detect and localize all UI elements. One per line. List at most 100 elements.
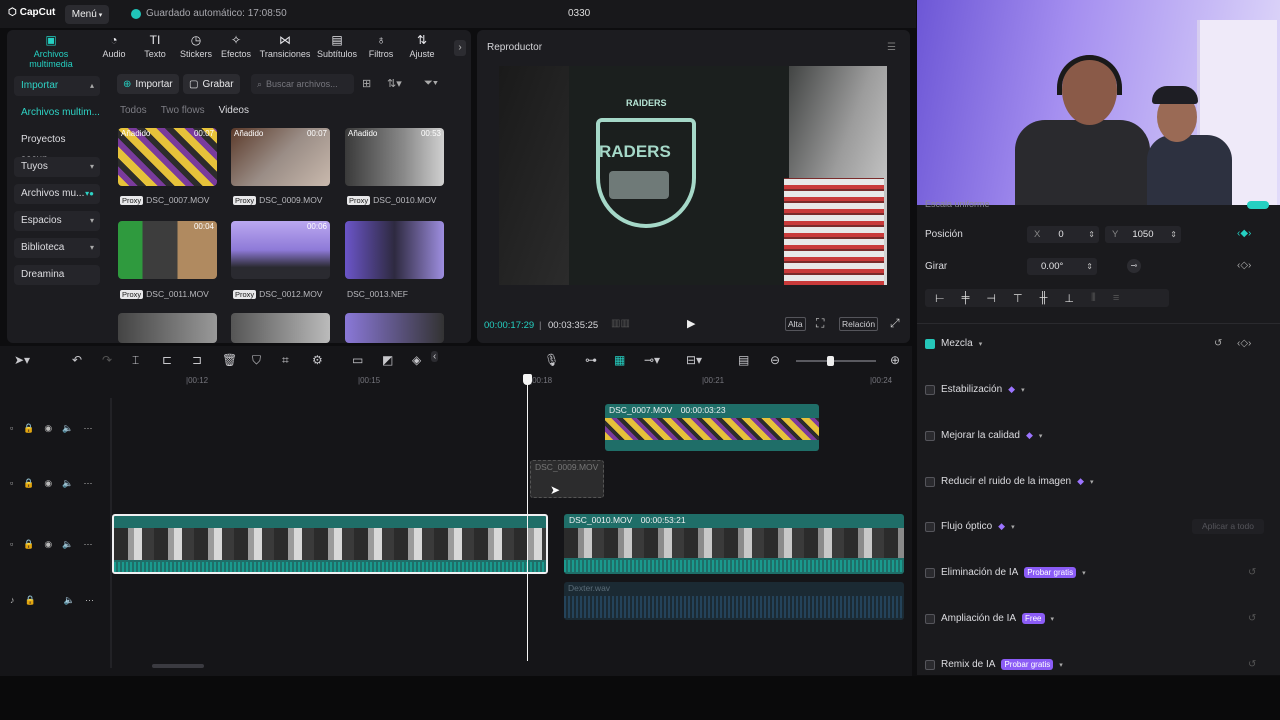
link-clips-icon[interactable]: ⊸▾	[644, 353, 660, 367]
media-thumb-dsc0010[interactable]: Añadido 00:53	[345, 128, 444, 186]
undo-icon[interactable]: ↶	[72, 353, 82, 367]
sort-icon[interactable]: ⇅▾	[387, 77, 402, 90]
playhead-line[interactable]	[527, 376, 528, 661]
keyframe-diamond-icon[interactable]: ‹◇›	[1237, 260, 1251, 271]
timeline-clip-dsc0007[interactable]: DSC_0007.MOV 00:00:03:23	[605, 404, 819, 451]
enhance-quality-row[interactable]: Mejorar la calidad ◆ ▾	[925, 430, 1042, 441]
media-thumb-dsc0011[interactable]: 00:04	[118, 221, 217, 279]
align-right-icon[interactable]: ⊣	[986, 292, 996, 305]
more-icon[interactable]: ⋯	[85, 595, 94, 606]
blend-checkbox[interactable]	[925, 338, 935, 349]
grid-view-icon[interactable]: ⊞	[362, 77, 371, 90]
media-thumb-partial[interactable]	[345, 313, 444, 343]
media-thumb-partial[interactable]	[231, 313, 330, 343]
sidebar-item-media-files[interactable]: Archivos mu... ▾●	[14, 184, 100, 204]
position-x-field[interactable]: X 0 ⇕	[1027, 226, 1099, 243]
split-icon[interactable]: ⌶	[132, 353, 139, 368]
ai-icon[interactable]: ◈	[412, 353, 421, 367]
more-icon[interactable]: ⋯	[84, 539, 93, 550]
ai-remix-checkbox[interactable]	[925, 659, 935, 670]
denoise-row[interactable]: Reducir el ruido de la imagen ◆ ▾	[925, 476, 1094, 487]
magnet-icon[interactable]: ▦	[614, 353, 625, 367]
align-center-v-icon[interactable]: ╫	[1040, 292, 1048, 304]
timeline-scrollbar[interactable]	[152, 664, 204, 668]
lock-icon[interactable]: 🔒	[25, 595, 36, 606]
ai-expand-row[interactable]: Ampliación de IA Free ▾	[925, 613, 1054, 624]
keyframe-diamond-icon[interactable]: ‹◇›	[1237, 338, 1251, 349]
import-button[interactable]: ⊕ Importar	[117, 74, 179, 94]
stepper-icon[interactable]: ⇕	[1170, 230, 1177, 239]
select-cursor-icon[interactable]: ➤▾	[14, 353, 30, 367]
enhance-quality-checkbox[interactable]	[925, 430, 935, 441]
record-button[interactable]: ▢ Grabar	[183, 74, 240, 94]
ai-remove-checkbox[interactable]	[925, 567, 935, 578]
quality-button[interactable]: Alta	[785, 317, 806, 331]
rotate-dial-icon[interactable]: ⊸	[1127, 259, 1141, 273]
tab-media[interactable]: ▣ Archivos multimedia	[11, 34, 91, 70]
crop-icon[interactable]: ⌗	[282, 353, 289, 368]
position-y-field[interactable]: Y 1050 ⇕	[1105, 226, 1181, 243]
filter-icon[interactable]: ⏷▾	[424, 77, 438, 90]
lock-icon[interactable]: 🔒	[23, 539, 34, 550]
volume-icon[interactable]: 🔈	[64, 595, 75, 606]
timeline-clip-main-selected[interactable]	[112, 514, 548, 574]
redo-icon[interactable]: ↷	[102, 353, 112, 367]
reset-icon[interactable]: ↺	[1248, 613, 1256, 624]
more-icon[interactable]: ⋯	[84, 423, 93, 434]
sidebar-item-dreamina[interactable]: Dreamina	[14, 265, 100, 285]
tab-subtitles[interactable]: ▤ Subtítulos	[315, 34, 359, 60]
caption-icon[interactable]: ▭	[352, 353, 363, 367]
tab-stickers[interactable]: ◷ Stickers	[177, 34, 215, 60]
lock-icon[interactable]: 🔒	[23, 423, 34, 434]
zoom-in-icon[interactable]: ⊕	[890, 353, 900, 367]
zoom-out-icon[interactable]: ⊖	[770, 353, 780, 367]
tab-text[interactable]: TI Texto	[140, 34, 170, 60]
ai-remove-row[interactable]: Eliminación de IA Probar gratis ▾	[925, 567, 1086, 578]
eye-icon[interactable]: ◉	[44, 423, 52, 434]
timeline-audio-clip[interactable]: Dexter.wav	[564, 582, 904, 620]
filter-all[interactable]: Todos	[120, 105, 147, 116]
chevron-left-icon[interactable]: ‹	[431, 351, 439, 362]
auto-reframe-icon[interactable]: ⚙	[312, 353, 323, 367]
uniform-scale-toggle[interactable]	[1247, 201, 1269, 209]
split-right-icon[interactable]: ⊐	[192, 353, 202, 367]
keyframe-diamond-icon[interactable]: ‹◆›	[1237, 228, 1251, 239]
distribute-h-icon[interactable]: ⦀	[1091, 292, 1096, 305]
media-thumb-dsc0012[interactable]: 00:06	[231, 221, 330, 279]
shield-icon[interactable]: ⛉	[252, 353, 261, 368]
ai-expand-checkbox[interactable]	[925, 613, 935, 624]
sidebar-item-yours[interactable]: Tuyos ▾	[14, 157, 100, 177]
fullscreen-icon[interactable]: ⤢	[890, 316, 900, 331]
zoom-fit-icon[interactable]: ⛶	[816, 316, 824, 331]
media-thumb-dsc0009[interactable]: Añadido 00:07	[231, 128, 330, 186]
sidebar-item-media[interactable]: Archivos multim...	[14, 103, 100, 123]
tab-transitions[interactable]: ⋈ Transiciones	[259, 34, 311, 60]
play-icon[interactable]: ▶	[687, 317, 695, 330]
sidebar-item-import[interactable]: Importar ▴	[14, 76, 100, 96]
tab-effects[interactable]: ✧ Efectos	[219, 34, 253, 60]
link-icon[interactable]: ⊶	[585, 353, 597, 367]
align-left-icon[interactable]: ⊢	[935, 292, 945, 305]
optical-flow-row[interactable]: Flujo óptico ◆ ▾	[925, 521, 1015, 532]
rotate-field[interactable]: 0.00° ⇕	[1027, 258, 1097, 275]
zoom-slider-handle[interactable]	[827, 356, 834, 366]
apply-to-all-button[interactable]: Aplicar a todo	[1192, 519, 1264, 534]
media-thumb-dsc0007[interactable]: Añadido 00:07	[118, 128, 217, 186]
captions-icon[interactable]: ▤	[738, 353, 749, 367]
more-icon[interactable]: ⋯	[84, 478, 93, 489]
timeline-clip-ghost[interactable]: DSC_0009.MOV	[530, 460, 604, 498]
eye-icon[interactable]: ◉	[44, 539, 52, 550]
chevron-right-icon[interactable]: ›	[454, 40, 466, 56]
align-bottom-icon[interactable]: ⊥	[1064, 292, 1074, 305]
reset-icon[interactable]: ↺	[1214, 338, 1222, 349]
stabilize-row[interactable]: Estabilización ◆ ▾	[925, 384, 1025, 395]
microphone-icon[interactable]: 🎙	[544, 353, 559, 367]
tab-adjust[interactable]: ⇅ Ajuste	[407, 34, 437, 60]
volume-icon[interactable]: 🔈	[62, 423, 73, 434]
distribute-v-icon[interactable]: ≡	[1113, 292, 1119, 304]
eye-icon[interactable]: ◉	[44, 478, 52, 489]
preview-axis-icon[interactable]: ⊟▾	[686, 353, 702, 367]
stepper-icon[interactable]: ⇕	[1088, 230, 1095, 239]
timeline-clip-dsc0010[interactable]: DSC_0010.MOV 00:00:53:21	[564, 514, 904, 574]
stepper-icon[interactable]: ⇕	[1086, 262, 1093, 271]
